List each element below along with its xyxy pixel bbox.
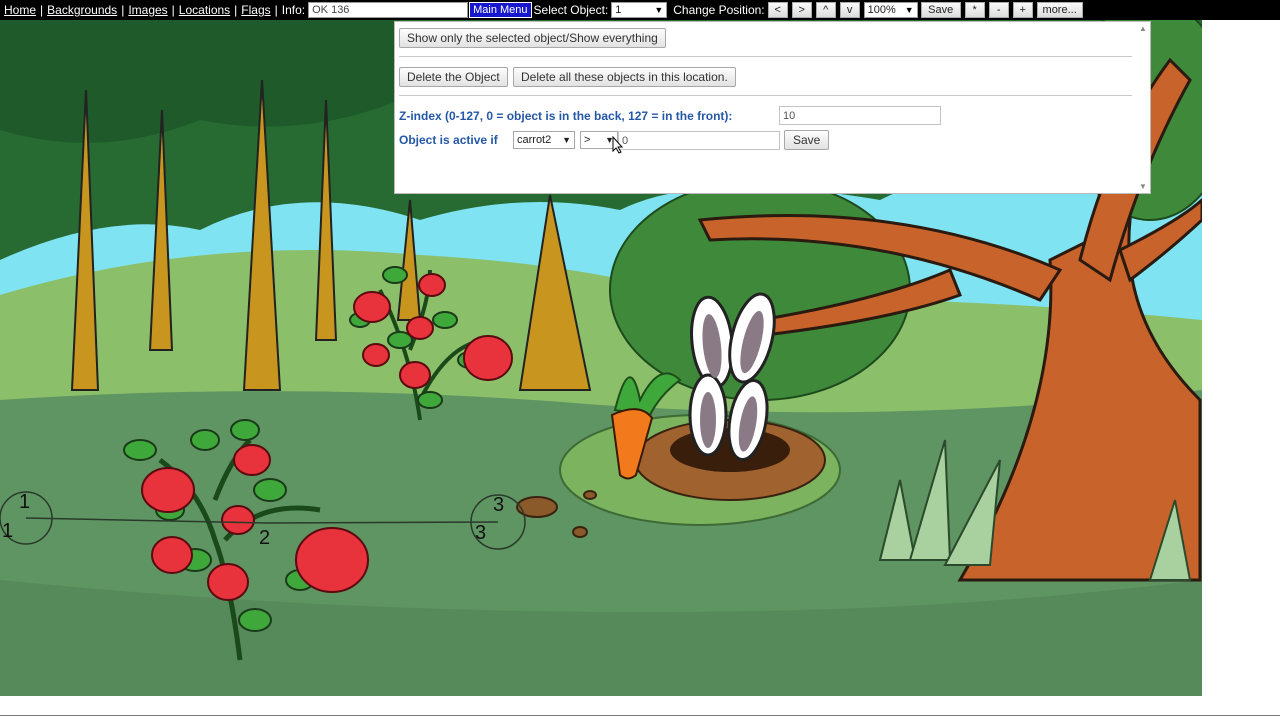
separator: | — [121, 3, 125, 17]
plus-button[interactable]: + — [1012, 2, 1033, 18]
save-condition-button[interactable]: Save — [784, 130, 830, 150]
star-button[interactable]: * — [964, 2, 985, 18]
select-object-dropdown[interactable]: 1 ▼ — [611, 2, 668, 18]
more-button[interactable]: more... — [1036, 2, 1083, 18]
flag-select-value: carrot2 — [517, 134, 552, 146]
chevron-down-icon: ▼ — [904, 5, 914, 15]
info-field[interactable] — [308, 2, 469, 18]
chevron-down-icon: ▼ — [654, 5, 664, 15]
main-menu-button[interactable]: Main Menu — [469, 2, 532, 18]
panel-scrollbar[interactable]: ▲ ▼ — [1137, 22, 1149, 193]
divider — [399, 95, 1132, 96]
separator: | — [40, 3, 44, 17]
marker-label: 1 — [19, 491, 31, 513]
compare-value-input[interactable] — [618, 131, 780, 150]
marker-label: 2 — [259, 527, 271, 549]
zindex-label: Z-index (0-127, 0 = object is in the bac… — [399, 109, 733, 123]
path-marker-3[interactable]: 3 — [493, 494, 504, 517]
info-label: Info: — [281, 3, 306, 17]
change-position-label: Change Position: — [673, 3, 765, 17]
scroll-down-icon[interactable]: ▼ — [1139, 182, 1147, 191]
path-marker-2[interactable]: 2 — [259, 527, 270, 550]
move-up-button[interactable]: ^ — [815, 2, 836, 18]
chevron-down-icon: ▼ — [562, 135, 571, 145]
object-editor-panel: Show only the selected object/Show every… — [394, 21, 1151, 194]
move-right-button[interactable]: > — [791, 2, 812, 18]
delete-all-objects-button[interactable]: Delete all these objects in this locatio… — [513, 67, 736, 87]
scroll-up-icon[interactable]: ▲ — [1139, 24, 1147, 33]
mouse-cursor-icon — [612, 136, 624, 154]
zoom-value: 100% — [867, 4, 896, 16]
select-object-value: 1 — [615, 4, 622, 16]
separator: | — [234, 3, 238, 17]
separator: | — [274, 3, 278, 17]
nav-backgrounds-link[interactable]: Backgrounds — [47, 3, 117, 17]
nav-images-link[interactable]: Images — [128, 3, 167, 17]
path-marker-3-sub: 3 — [475, 522, 486, 545]
nav-flags-link[interactable]: Flags — [241, 3, 270, 17]
separator: | — [171, 3, 175, 17]
marker-sub-label: 1 — [2, 520, 14, 542]
zoom-dropdown[interactable]: 100% ▼ — [863, 2, 918, 18]
select-object-label: Select Object: — [533, 3, 609, 17]
path-marker-1[interactable]: 1 — [19, 491, 30, 514]
path-marker-1-sub: 1 — [2, 520, 13, 543]
save-position-button[interactable]: Save — [920, 2, 961, 18]
marker-label: 3 — [493, 494, 505, 516]
move-left-button[interactable]: < — [767, 2, 788, 18]
divider — [399, 56, 1132, 57]
nav-locations-link[interactable]: Locations — [179, 3, 230, 17]
top-toolbar: Home | Backgrounds | Images | Locations … — [0, 0, 1280, 20]
nav-home-link[interactable]: Home — [4, 3, 36, 17]
marker-sub-label: 3 — [475, 522, 487, 544]
operator-select-value: > — [584, 134, 591, 146]
active-condition-label: Object is active if — [399, 133, 498, 147]
zindex-input[interactable] — [779, 106, 941, 125]
page-bottom-border — [0, 715, 1280, 716]
minus-button[interactable]: - — [988, 2, 1009, 18]
delete-object-button[interactable]: Delete the Object — [399, 67, 508, 87]
move-down-button[interactable]: v — [839, 2, 860, 18]
show-toggle-button[interactable]: Show only the selected object/Show every… — [399, 28, 666, 48]
flag-select[interactable]: carrot2 ▼ — [513, 131, 575, 149]
